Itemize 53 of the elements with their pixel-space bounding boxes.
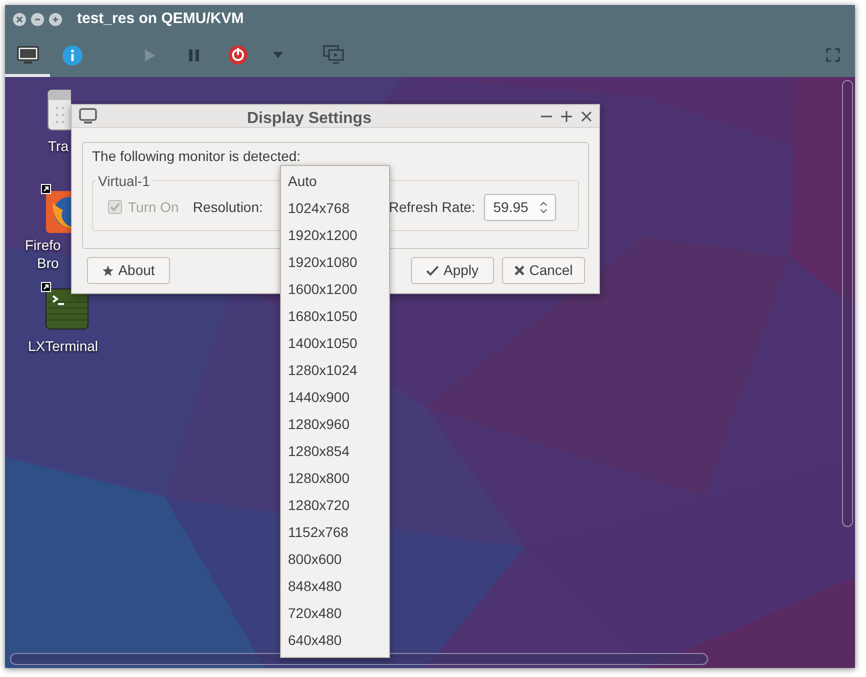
menu-item[interactable]: 1680x1050 (281, 303, 389, 330)
globe-icon (45, 190, 71, 234)
about-button[interactable]: About (87, 257, 170, 284)
menu-item[interactable]: 1280x720 (281, 492, 389, 519)
menu-item[interactable]: 720x480 (281, 600, 389, 627)
dialog-title: Display Settings (247, 109, 372, 129)
screens-icon (323, 45, 345, 65)
terminal-icon (45, 288, 89, 330)
star-icon (102, 264, 114, 276)
close-icon (514, 265, 526, 276)
menu-item[interactable]: 1280x960 (281, 411, 389, 438)
close-icon[interactable] (581, 111, 592, 122)
monitor-icon (79, 108, 97, 124)
menu-item[interactable]: 1280x800 (281, 465, 389, 492)
apply-button[interactable]: Apply (411, 257, 494, 284)
maximize-icon[interactable] (561, 111, 572, 122)
detected-message: The following monitor is detected: (92, 147, 302, 165)
menu-item[interactable]: 1280x1024 (281, 357, 389, 384)
icon-label: LXTerminal (28, 337, 98, 356)
caret-icon (273, 52, 283, 58)
horizontal-scrollbar[interactable] (10, 653, 708, 665)
spin-arrows-icon (540, 200, 548, 214)
menu-item[interactable]: 1152x768 (281, 519, 389, 546)
fullscreen-icon[interactable] (826, 48, 840, 62)
menu-item[interactable]: 1280x854 (281, 438, 389, 465)
icon-label: Bro (37, 254, 59, 273)
refresh-rate-spinner[interactable]: 59.95 (484, 194, 556, 220)
icon-label: Tra (48, 137, 68, 156)
check-icon (426, 265, 440, 276)
maximize-icon[interactable] (49, 12, 62, 26)
menu-item[interactable]: 848x480 (281, 573, 389, 600)
menu-item[interactable]: 1920x1080 (281, 249, 389, 276)
resolution-label: Resolution: (192, 198, 263, 216)
power-icon (228, 45, 248, 65)
menu-item[interactable]: 1024x768 (281, 195, 389, 222)
cancel-button[interactable]: Cancel (502, 257, 585, 284)
minimize-icon[interactable] (31, 12, 44, 26)
window-title: test_res on QEMU/KVM (77, 8, 244, 29)
monitor-icon (16, 46, 38, 64)
menu-item[interactable]: 1920x1200 (281, 222, 389, 249)
menu-item[interactable]: 640x480 (281, 627, 389, 654)
menu-item[interactable]: 1400x1050 (281, 330, 389, 357)
menu-item[interactable]: Auto (281, 168, 389, 195)
refresh-rate-label: Refresh Rate: (388, 198, 476, 216)
pause-icon (188, 48, 200, 62)
play-icon (144, 48, 156, 62)
menu-item[interactable]: 1440x900 (281, 384, 389, 411)
menu-item[interactable]: 1600x1200 (281, 276, 389, 303)
vertical-scrollbar[interactable] (842, 80, 853, 527)
close-icon[interactable] (13, 12, 26, 26)
menu-item[interactable]: 800x600 (281, 546, 389, 573)
info-icon (62, 44, 83, 66)
icon-label: Firefo (25, 236, 61, 255)
